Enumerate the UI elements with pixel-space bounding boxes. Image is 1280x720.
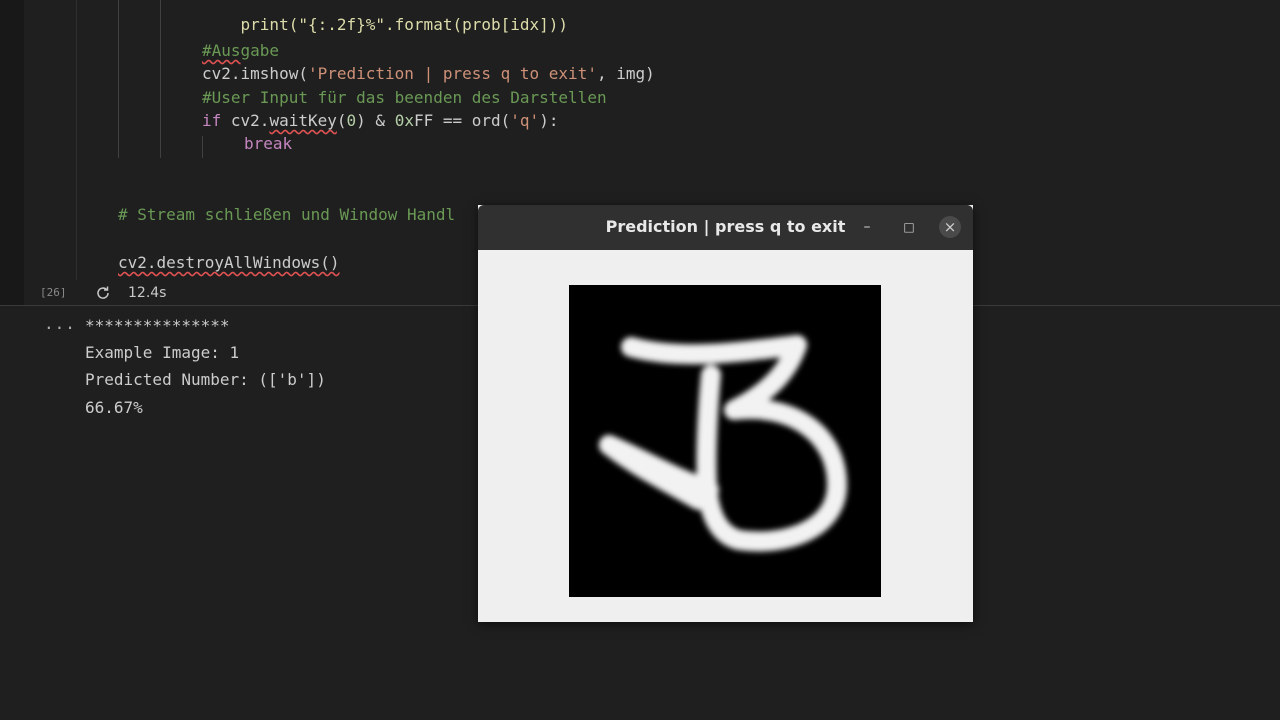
more-actions-icon[interactable]: ... bbox=[44, 314, 76, 333]
code-token: print("{:.2f}%".format(prob[idx])) bbox=[240, 15, 569, 34]
indent-guide bbox=[160, 0, 161, 158]
code-keyword: if bbox=[202, 111, 222, 130]
output-line: *************** bbox=[85, 316, 230, 335]
refresh-icon[interactable] bbox=[95, 285, 111, 301]
code-token: cv2.destroyAllWindows() bbox=[118, 253, 340, 272]
code-number: 0x bbox=[394, 111, 414, 130]
output-line: Example Image: 1 bbox=[85, 343, 240, 362]
code-line: break bbox=[244, 134, 292, 154]
indent-guide bbox=[202, 136, 203, 158]
code-number: 0 bbox=[346, 111, 357, 130]
digit-image bbox=[569, 285, 881, 597]
close-button[interactable]: × bbox=[939, 216, 961, 238]
code-token: , img) bbox=[596, 64, 655, 83]
maximize-button[interactable]: □ bbox=[898, 216, 920, 238]
code-string: 'Prediction | press q to exit' bbox=[307, 64, 597, 83]
code-comment: gabe bbox=[240, 41, 280, 60]
code-string: 'q' bbox=[510, 111, 540, 130]
editor-gutter bbox=[0, 0, 24, 305]
output-line: Predicted Number: (['b']) bbox=[85, 370, 326, 389]
indent-guide bbox=[118, 0, 119, 158]
code-token: FF bbox=[413, 111, 434, 130]
code-token: cv2. bbox=[221, 111, 270, 130]
window-client-area bbox=[478, 250, 973, 622]
code-token: ): bbox=[539, 111, 559, 130]
prediction-window[interactable]: Prediction | press q to exit – □ × bbox=[478, 205, 973, 622]
code-token: ) & bbox=[356, 111, 395, 130]
code-line: # Stream schließen und Window Handl bbox=[118, 205, 455, 225]
code-line: if cv2.waitKey(0) & 0xFF == ord('q'): bbox=[202, 111, 558, 131]
code-token: cv2.imshow( bbox=[202, 64, 308, 83]
code-line: cv2.imshow('Prediction | press q to exit… bbox=[202, 64, 655, 84]
code-token: waitKey bbox=[269, 111, 337, 130]
window-titlebar[interactable]: Prediction | press q to exit – □ × bbox=[478, 205, 973, 250]
code-comment: #Aus bbox=[202, 41, 241, 60]
code-line: cv2.destroyAllWindows() bbox=[118, 253, 340, 273]
code-token: == ord( bbox=[433, 111, 511, 130]
output-line: 66.67% bbox=[85, 398, 143, 417]
code-keyword: break bbox=[244, 134, 293, 153]
handwritten-b-image bbox=[599, 335, 847, 552]
code-line: #Ausgabe bbox=[202, 41, 279, 61]
execution-count: [26] bbox=[40, 286, 67, 299]
code-comment: #User Input für das beenden des Darstell… bbox=[202, 88, 607, 107]
minimize-button[interactable]: – bbox=[856, 216, 878, 238]
cell-indicator bbox=[76, 0, 77, 280]
code-line: #User Input für das beenden des Darstell… bbox=[202, 88, 607, 108]
code-comment: # Stream schließen und Window Handl bbox=[118, 205, 456, 224]
execution-time: 12.4s bbox=[128, 285, 167, 301]
code-token: ( bbox=[336, 111, 347, 130]
